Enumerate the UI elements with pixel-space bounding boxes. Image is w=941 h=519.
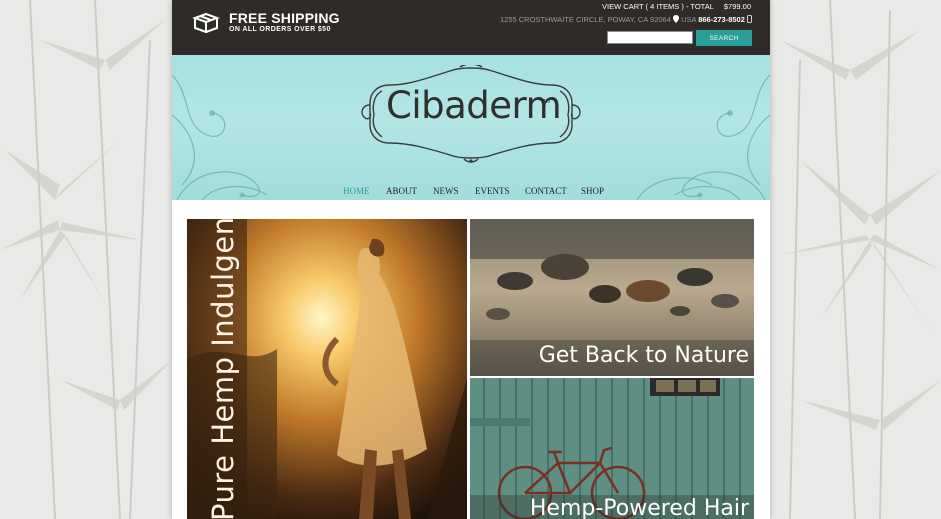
- map-pin-icon: [672, 15, 679, 23]
- cart-label: VIEW CART ( 4 ITEMS ) - TOTAL: [602, 2, 714, 11]
- box-icon: [192, 12, 220, 33]
- search-input[interactable]: [607, 31, 693, 44]
- cart-total: $799.00: [723, 2, 751, 11]
- nav-events[interactable]: EVENTS: [475, 186, 510, 196]
- tile-get-back-to-nature[interactable]: Get Back to Nature: [470, 219, 754, 376]
- view-cart-link[interactable]: VIEW CART ( 4 ITEMS ) - TOTAL $799.00: [602, 2, 751, 11]
- nav-contact[interactable]: CONTACT: [525, 186, 567, 196]
- nav-about[interactable]: ABOUT: [386, 186, 417, 196]
- tile-pure-hemp[interactable]: Pure Hemp Indulgence: [187, 219, 467, 519]
- caption-get-back-to-nature: Get Back to Nature: [538, 343, 749, 368]
- nav-shop[interactable]: SHOP: [581, 186, 604, 196]
- header-banner: Cibaderm TM HOME ABOUT NEWS EVENTS CONTA…: [172, 55, 770, 200]
- main-nav: HOME ABOUT NEWS EVENTS CONTACT SHOP: [172, 186, 770, 200]
- phone-number[interactable]: 866-273-8502: [698, 15, 745, 24]
- caption-pure-hemp: Pure Hemp Indulgence: [206, 219, 240, 519]
- free-shipping-title: FREE SHIPPING: [229, 10, 340, 26]
- top-bar: FREE SHIPPING ON ALL ORDERS OVER $50 VIE…: [172, 0, 770, 55]
- address-text: 1255 CROSTHWAITE CIRCLE, POWAY, CA 92064: [499, 15, 671, 24]
- nav-home[interactable]: HOME: [343, 186, 370, 196]
- page-container: FREE SHIPPING ON ALL ORDERS OVER $50 VIE…: [172, 0, 770, 519]
- free-shipping-subtitle: ON ALL ORDERS OVER $50: [229, 26, 331, 33]
- nav-news[interactable]: NEWS: [433, 186, 459, 196]
- logo-trademark: TM: [543, 99, 551, 105]
- tile-hemp-powered-hair[interactable]: Hemp-Powered Hair: [470, 378, 754, 519]
- contact-info: 1255 CROSTHWAITE CIRCLE, POWAY, CA 92064…: [500, 15, 752, 24]
- cibaderm-logo[interactable]: Cibaderm: [386, 84, 562, 127]
- country-text: USA: [681, 15, 697, 24]
- search-button[interactable]: SEARCH: [696, 30, 752, 46]
- caption-hemp-powered-hair: Hemp-Powered Hair: [529, 496, 749, 519]
- phone-icon: [747, 15, 752, 23]
